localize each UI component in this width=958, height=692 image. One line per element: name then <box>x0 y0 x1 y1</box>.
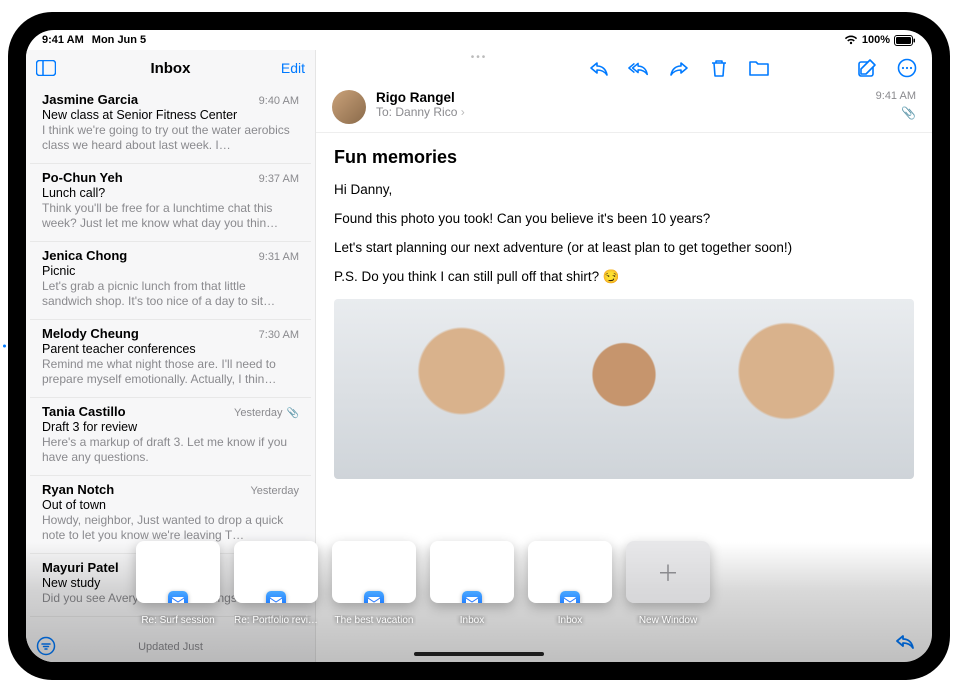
list-preview: Here's a markup of draft 3. Let me know … <box>42 435 299 465</box>
message-from[interactable]: Rigo Rangel <box>376 90 866 105</box>
shelf-window[interactable]: Inbox <box>528 541 612 626</box>
message-paragraph: Found this photo you took! Can you belie… <box>334 211 914 226</box>
shelf-label: Re: Portfolio review <box>234 615 318 626</box>
filter-icon[interactable] <box>36 636 56 656</box>
wifi-icon <box>844 35 858 45</box>
message-toolbar <box>316 50 932 86</box>
reply-all-icon[interactable] <box>628 57 650 79</box>
forward-icon[interactable] <box>668 57 690 79</box>
list-sender: Jenica Chong <box>42 248 127 263</box>
mail-list-item[interactable]: Po-Chun Yeh 9:37 AM Lunch call? Think yo… <box>30 164 311 242</box>
edit-button[interactable]: Edit <box>281 60 305 76</box>
trash-icon[interactable] <box>708 57 730 79</box>
shelf-window[interactable]: Inbox <box>430 541 514 626</box>
compose-icon[interactable] <box>856 57 878 79</box>
list-sender: Jasmine Garcia <box>42 92 138 107</box>
window-thumbnail[interactable] <box>332 541 416 603</box>
shelf-label: The best vacation <box>332 615 416 626</box>
shelf-label: Inbox <box>528 615 612 626</box>
mail-app-badge-icon <box>560 591 580 603</box>
list-sender: Mayuri Patel <box>42 560 119 575</box>
reply-icon[interactable] <box>588 57 610 79</box>
mail-list-item[interactable]: Melody Cheung 7:30 AM Parent teacher con… <box>30 320 311 398</box>
window-thumbnail[interactable] <box>528 541 612 603</box>
window-thumbnail[interactable] <box>430 541 514 603</box>
list-time: 7:30 AM <box>259 329 299 341</box>
list-sender: Tania Castillo <box>42 404 126 419</box>
list-time: Yesterday <box>250 485 299 497</box>
mail-app-badge-icon <box>168 591 188 603</box>
mail-list-item[interactable]: Jenica Chong 9:31 AM Picnic Let's grab a… <box>30 242 311 320</box>
shelf-label: New Window <box>626 615 710 626</box>
battery-icon <box>894 35 916 46</box>
to-label: To: <box>376 105 392 119</box>
sidebar-title: Inbox <box>60 60 281 77</box>
list-preview: Let's grab a picnic lunch from that litt… <box>42 279 299 309</box>
list-subject: Parent teacher conferences <box>42 342 299 356</box>
shelf-label: Inbox <box>430 615 514 626</box>
attachment-icon: 📎 <box>287 408 299 419</box>
list-subject: Out of town <box>42 498 299 512</box>
message-paragraph: Let's start planning our next adventure … <box>334 240 914 255</box>
screen: 9:41 AM Mon Jun 5 100% ••• <box>26 30 932 662</box>
mail-app-badge-icon <box>266 591 286 603</box>
shelf-window[interactable]: The best vacation <box>332 541 416 626</box>
quick-reply-icon[interactable] <box>894 632 916 654</box>
move-folder-icon[interactable] <box>748 57 770 79</box>
attachment-icon: 📎 <box>901 106 916 120</box>
new-window-button[interactable]: ＋ New Window <box>626 541 710 626</box>
to-name: Danny Rico <box>395 105 457 119</box>
list-preview: Howdy, neighbor, Just wanted to drop a q… <box>42 513 299 543</box>
message-to[interactable]: To: Danny Rico › <box>376 105 866 119</box>
list-subject: Draft 3 for review <box>42 420 299 434</box>
avatar[interactable] <box>332 90 366 124</box>
chevron-right-icon: › <box>461 105 465 119</box>
sidebar-header: Inbox Edit <box>26 50 315 86</box>
list-preview: Remind me what night those are. I'll nee… <box>42 357 299 387</box>
mail-list-item[interactable]: Jasmine Garcia 9:40 AM New class at Seni… <box>30 86 311 164</box>
mail-app-badge-icon <box>364 591 384 603</box>
side-indicator <box>3 345 6 348</box>
plus-icon[interactable]: ＋ <box>626 541 710 603</box>
device-frame: 9:41 AM Mon Jun 5 100% ••• <box>8 12 950 680</box>
list-time: 9:37 AM <box>259 173 299 185</box>
list-time: 9:31 AM <box>259 251 299 263</box>
attached-photo[interactable] <box>334 299 914 479</box>
status-time: 9:41 AM <box>42 34 84 46</box>
sidebar-footer: Updated Just <box>26 632 315 662</box>
home-indicator[interactable] <box>414 652 544 656</box>
list-subject: Lunch call? <box>42 186 299 200</box>
list-preview: Think you'll be free for a lunchtime cha… <box>42 201 299 231</box>
message-header: Rigo Rangel To: Danny Rico › 9:41 AM 📎 <box>316 86 932 133</box>
list-time: 9:40 AM <box>259 95 299 107</box>
list-sender: Ryan Notch <box>42 482 114 497</box>
list-sender: Melody Cheung <box>42 326 139 341</box>
window-thumbnail[interactable] <box>234 541 318 603</box>
list-sender: Po-Chun Yeh <box>42 170 123 185</box>
message-subject: Fun memories <box>334 147 914 168</box>
mail-app-badge-icon <box>462 591 482 603</box>
shelf-window[interactable]: Re: Surf session <box>136 541 220 626</box>
message-time: 9:41 AM <box>876 90 916 102</box>
list-subject: Picnic <box>42 264 299 278</box>
window-thumbnail[interactable] <box>136 541 220 603</box>
shelf-label: Re: Surf session <box>136 615 220 626</box>
message-paragraph: Hi Danny, <box>334 182 914 197</box>
battery-percentage: 100% <box>862 34 890 46</box>
list-preview: I think we're going to try out the water… <box>42 123 299 153</box>
mail-list-item[interactable]: Tania Castillo Yesterday📎 Draft 3 for re… <box>30 398 311 476</box>
message-paragraph: P.S. Do you think I can still pull off t… <box>334 269 914 285</box>
status-bar: 9:41 AM Mon Jun 5 100% <box>26 30 932 50</box>
more-icon[interactable] <box>896 57 918 79</box>
list-time: Yesterday📎 <box>234 407 299 419</box>
window-shelf: Re: Surf session Re: Portfolio review Th… <box>136 541 822 626</box>
status-date: Mon Jun 5 <box>92 34 146 46</box>
shelf-window[interactable]: Re: Portfolio review <box>234 541 318 626</box>
list-subject: New class at Senior Fitness Center <box>42 108 299 122</box>
toggle-sidebar-icon[interactable] <box>36 60 60 76</box>
sync-status: Updated Just <box>138 641 203 653</box>
